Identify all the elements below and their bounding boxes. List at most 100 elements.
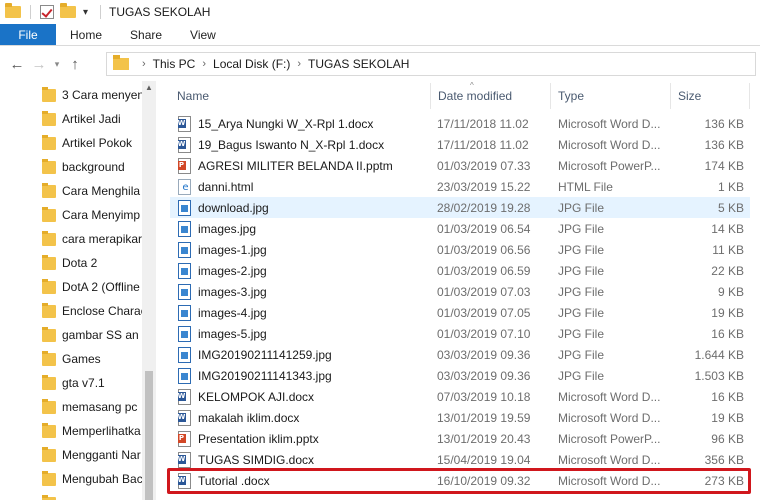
file-type: JPG File [558, 305, 605, 320]
sidebar-item[interactable]: gambar SS an [0, 323, 142, 347]
chevron-right-icon[interactable]: › [297, 58, 301, 70]
file-name: TUGAS SIMDIG.docx [198, 452, 315, 467]
file-row[interactable]: W 19_Bagus Iswanto N_X-Rpl 1.docx 17/11/20… [170, 134, 750, 155]
folder-icon [42, 134, 56, 150]
file-name-cell[interactable]: W 15_Arya Nungki W_X-Rpl 1.docx [178, 113, 438, 134]
file-name-cell[interactable]: IMG20190211141259.jpg [178, 344, 438, 365]
file-row[interactable]: images-4.jpg 01/03/2019 07.05 JPG File 19 K… [170, 302, 750, 323]
file-name-cell[interactable]: images-3.jpg [178, 281, 438, 302]
sidebar-item[interactable]: Games [0, 347, 142, 371]
file-size: 136 KB [704, 116, 744, 131]
folder-icon [42, 446, 56, 462]
file-name-cell[interactable]: W TUGAS SIMDIG.docx [178, 449, 438, 470]
file-row[interactable]: IMG20190211141259.jpg 03/03/2019 09.36 JPG… [170, 344, 750, 365]
file-size: 1 KB [717, 179, 744, 194]
tab-view[interactable]: View [176, 24, 230, 45]
file-date-modified: 01/03/2019 06.54 [437, 221, 531, 236]
file-name-cell[interactable]: IMG20190211141343.jpg [178, 365, 438, 386]
sidebar-item[interactable]: Mengganti Nar [0, 443, 142, 467]
properties-check-icon[interactable] [40, 5, 54, 19]
folder-icon [42, 494, 56, 500]
sidebar-item[interactable]: Artikel Pokok [0, 131, 142, 155]
column-header-type[interactable]: Type [551, 83, 671, 109]
breadcrumb-this-pc[interactable]: This PC [153, 57, 196, 71]
sidebar-item[interactable]: Mengubah Bac [0, 467, 142, 491]
file-type: Microsoft Word D... [558, 137, 661, 152]
file-row[interactable]: images-1.jpg 01/03/2019 06.56 JPG File 11 K… [170, 239, 750, 260]
sidebar-item-label: cara merapikar [62, 232, 142, 246]
sidebar-item[interactable]: memasang pc [0, 395, 142, 419]
nav-scrollbar[interactable]: ▲ [142, 81, 156, 500]
file-row[interactable]: e danni.html 23/03/2019 15.22 HTML File 1 KB [170, 176, 750, 197]
column-header-size[interactable]: Size [671, 83, 750, 109]
file-name-cell[interactable]: images-2.jpg [178, 260, 438, 281]
sidebar-item-label: Memperlihatka [62, 424, 141, 438]
tab-file[interactable]: File [0, 24, 56, 45]
file-name-cell[interactable]: images-4.jpg [178, 302, 438, 323]
file-row[interactable]: images-3.jpg 01/03/2019 07.03 JPG File 9 KB [170, 281, 750, 302]
sidebar-item[interactable]: Cara Menyimp [0, 203, 142, 227]
tab-share[interactable]: Share [116, 24, 176, 45]
file-date-modified: 01/03/2019 06.59 [437, 263, 531, 278]
file-name-cell[interactable]: images-5.jpg [178, 323, 438, 344]
caret-down-icon[interactable]: ▾ [83, 7, 88, 18]
sidebar-item[interactable]: 3 Cara menyen [0, 83, 142, 107]
file-type: JPG File [558, 242, 605, 257]
file-row[interactable]: P Presentation iklim.pptx 13/01/2019 20.43… [170, 428, 750, 449]
file-name-cell[interactable]: W KELOMPOK AJI.docx [178, 386, 438, 407]
sidebar-item[interactable]: cara merapikar [0, 227, 142, 251]
sidebar-item[interactable]: Artikel Jadi [0, 107, 142, 131]
arrow-left-icon[interactable]: ← [6, 56, 28, 73]
file-row[interactable]: download.jpg 28/02/2019 19.28 JPG File 5 KB [170, 197, 750, 218]
jpg-file-icon [178, 346, 191, 363]
sidebar-item[interactable]: Memperlihatka [0, 419, 142, 443]
chevron-right-icon[interactable]: › [142, 58, 146, 70]
address-bar[interactable]: › This PC › Local Disk (F:) › TUGAS SEKO… [106, 52, 756, 76]
file-name-cell[interactable]: e danni.html [178, 176, 438, 197]
recent-locations-chevron-down-icon[interactable]: ▾ [50, 59, 64, 70]
file-name-cell[interactable]: P AGRESI MILITER BELANDA II.pptm [178, 155, 438, 176]
sidebar-item[interactable]: gta v7.1 [0, 371, 142, 395]
folder-icon[interactable] [5, 3, 21, 18]
breadcrumb-local-disk[interactable]: Local Disk (F:) [213, 57, 290, 71]
column-header-date-modified[interactable]: Date modified [431, 83, 551, 109]
folder-icon [42, 158, 56, 174]
file-name-cell[interactable]: images-1.jpg [178, 239, 438, 260]
sidebar-item[interactable]: DotA 2 (Offline [0, 275, 142, 299]
file-name-cell[interactable]: W 19_Bagus Iswanto N_X-Rpl 1.docx [178, 134, 438, 155]
file-row[interactable]: images-5.jpg 01/03/2019 07.10 JPG File 16 K… [170, 323, 750, 344]
sidebar-item[interactable]: Enclose Charac [0, 299, 142, 323]
arrow-right-icon[interactable]: → [28, 56, 50, 73]
word-file-icon: W [178, 388, 191, 405]
file-row[interactable]: P AGRESI MILITER BELANDA II.pptm 01/03/201… [170, 155, 750, 176]
new-folder-icon[interactable] [60, 3, 76, 18]
file-size: 136 KB [704, 137, 744, 152]
sidebar-item[interactable]: Dota 2 [0, 251, 142, 275]
sidebar-item[interactable]: background [0, 155, 142, 179]
file-list: W 15_Arya Nungki W_X-Rpl 1.docx 17/11/2018… [170, 113, 750, 500]
file-name-cell[interactable]: P Presentation iklim.pptx [178, 428, 438, 449]
scroll-up-icon[interactable]: ▲ [142, 83, 156, 92]
tab-home[interactable]: Home [56, 24, 116, 45]
file-name-cell[interactable]: Wmakalah iklim.docx [178, 407, 438, 428]
jpg-file-icon [178, 304, 191, 321]
file-name-cell[interactable]: download.jpg [178, 197, 438, 218]
breadcrumb-current-folder[interactable]: TUGAS SEKOLAH [308, 57, 409, 71]
nav-scrollbar-thumb[interactable] [145, 371, 153, 500]
column-header-name[interactable]: Name [170, 83, 431, 109]
sidebar-item[interactable]: Cara Menghila [0, 179, 142, 203]
file-row[interactable]: Wmakalah iklim.docx 13/01/2019 19.59 Micro… [170, 407, 750, 428]
file-row[interactable]: W TUGAS SIMDIG.docx 15/04/2019 19.04 Micros… [170, 449, 750, 470]
file-row[interactable]: images-2.jpg 01/03/2019 06.59 JPG File 22 K… [170, 260, 750, 281]
file-row[interactable]: IMG20190211141343.jpg 03/03/2019 09.36 JPG… [170, 365, 750, 386]
chevron-right-icon[interactable]: › [202, 58, 206, 70]
file-row[interactable]: images.jpg 01/03/2019 06.54 JPG File 14 KB [170, 218, 750, 239]
sidebar-item[interactable]: c [0, 491, 142, 500]
column-headers: ^ Name Date modified Type Size [170, 81, 750, 109]
word-file-icon: W [178, 115, 191, 132]
file-row[interactable]: W KELOMPOK AJI.docx 07/03/2019 10.18 Micros… [170, 386, 750, 407]
file-row[interactable]: W 15_Arya Nungki W_X-Rpl 1.docx 17/11/2018… [170, 113, 750, 134]
arrow-up-icon[interactable]: ↑ [64, 56, 86, 73]
file-name-cell[interactable]: images.jpg [178, 218, 438, 239]
sidebar-item-label: 3 Cara menyen [62, 88, 142, 102]
